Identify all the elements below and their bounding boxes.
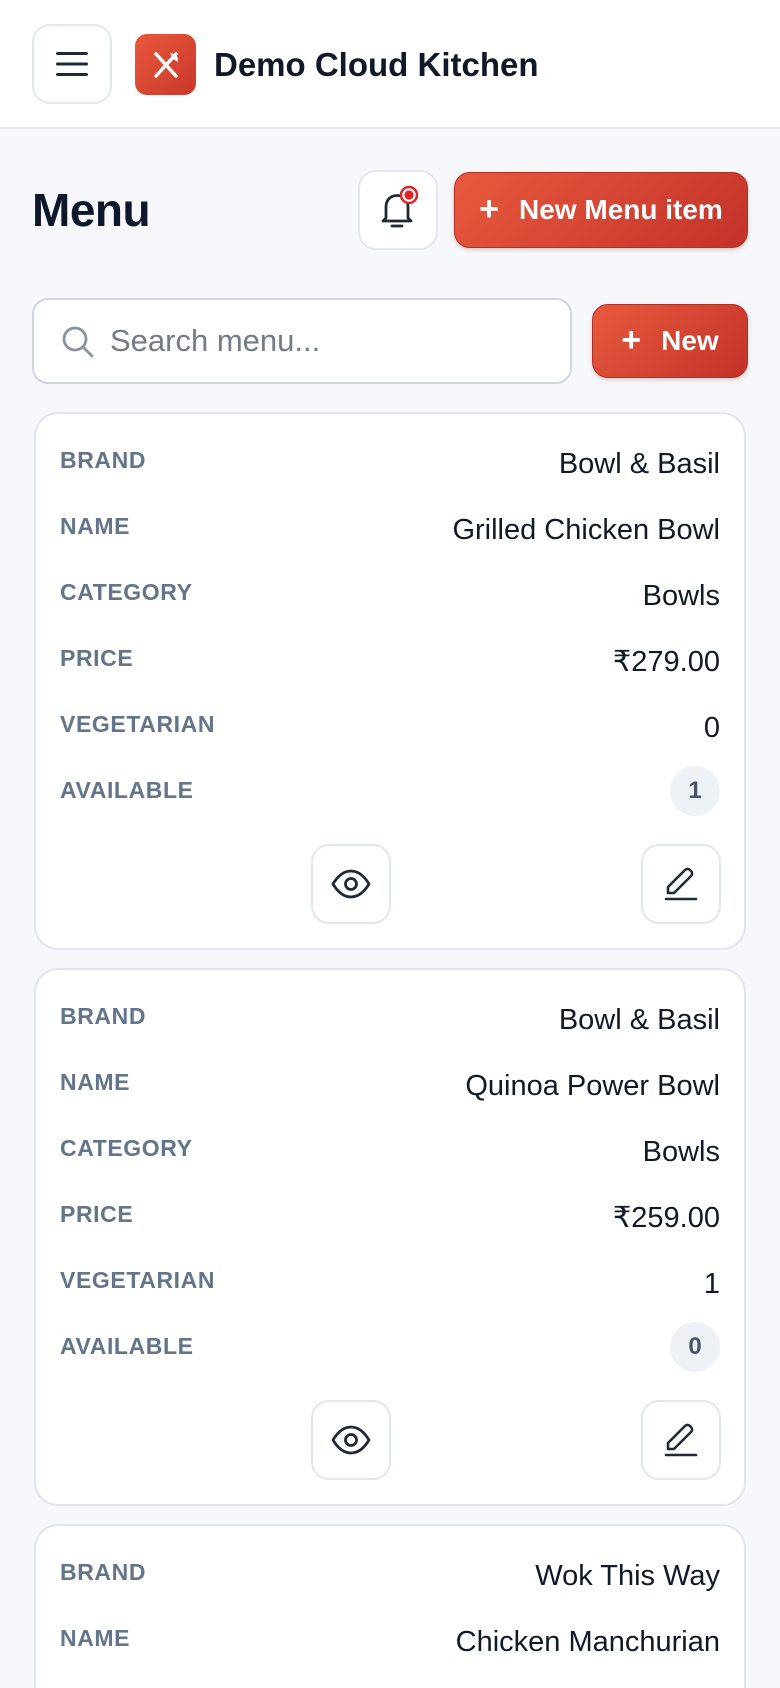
menu-item-card: BRAND Wok This Way NAME Chicken Manchuri… bbox=[34, 1524, 746, 1688]
field-name: NAME Quinoa Power Bowl bbox=[60, 1062, 720, 1112]
field-label: VEGETARIAN bbox=[60, 711, 216, 737]
field-name: NAME Chicken Manchurian bbox=[60, 1618, 720, 1668]
field-label: NAME bbox=[60, 1625, 131, 1651]
notifications-button[interactable] bbox=[358, 170, 438, 250]
field-label: CATEGORY bbox=[60, 579, 193, 605]
edit-button[interactable] bbox=[641, 1400, 721, 1480]
field-available: AVAILABLE 1 bbox=[60, 766, 720, 820]
field-vegetarian: VEGETARIAN 1 bbox=[60, 1260, 720, 1310]
brand-value: Wok This Way bbox=[535, 1560, 720, 1592]
field-label: AVAILABLE bbox=[60, 777, 194, 803]
view-button[interactable] bbox=[311, 844, 391, 924]
name-value: Quinoa Power Bowl bbox=[465, 1070, 720, 1102]
field-available: AVAILABLE 0 bbox=[60, 1322, 720, 1376]
field-name: NAME Grilled Chicken Bowl bbox=[60, 506, 720, 556]
name-value: Chicken Manchurian bbox=[455, 1626, 720, 1658]
available-badge: 0 bbox=[670, 1322, 720, 1372]
plus-icon: + bbox=[621, 321, 642, 359]
field-brand: BRAND Bowl & Basil bbox=[60, 440, 720, 490]
menu-toggle-button[interactable] bbox=[32, 24, 112, 104]
field-label: BRAND bbox=[60, 1559, 147, 1585]
field-brand: BRAND Wok This Way bbox=[60, 1552, 720, 1602]
field-label: NAME bbox=[60, 513, 131, 539]
eye-icon bbox=[331, 1425, 371, 1455]
edit-button[interactable] bbox=[641, 844, 721, 924]
menu-item-card: BRAND Bowl & Basil NAME Grilled Chicken … bbox=[34, 412, 746, 950]
brand-value: Bowl & Basil bbox=[558, 1004, 720, 1036]
brand-value: Bowl & Basil bbox=[558, 448, 720, 480]
price-value: ₹279.00 bbox=[612, 646, 720, 678]
search-box bbox=[32, 298, 572, 384]
vegetarian-value: 0 bbox=[703, 712, 720, 744]
available-badge: 1 bbox=[670, 766, 720, 816]
field-category: CATEGORY Bowls bbox=[60, 1128, 720, 1178]
plus-icon: + bbox=[479, 190, 500, 228]
view-button[interactable] bbox=[311, 1400, 391, 1480]
category-value: Bowls bbox=[642, 580, 720, 612]
field-label: BRAND bbox=[60, 447, 147, 473]
page-title: Menu bbox=[32, 184, 151, 236]
eye-icon bbox=[331, 869, 371, 899]
field-label: PRICE bbox=[60, 645, 134, 671]
field-vegetarian: VEGETARIAN 0 bbox=[60, 704, 720, 754]
pencil-icon bbox=[664, 867, 698, 901]
vegetarian-value: 1 bbox=[703, 1268, 720, 1300]
price-value: ₹259.00 bbox=[612, 1202, 720, 1234]
app-logo bbox=[135, 34, 196, 95]
field-label: BRAND bbox=[60, 1003, 147, 1029]
field-price: PRICE ₹279.00 bbox=[60, 638, 720, 688]
app-title: Demo Cloud Kitchen bbox=[214, 46, 539, 83]
field-label: AVAILABLE bbox=[60, 1333, 194, 1359]
new-menu-item-button[interactable]: + New Menu item bbox=[454, 172, 748, 248]
name-value: Grilled Chicken Bowl bbox=[452, 514, 720, 546]
field-label: VEGETARIAN bbox=[60, 1267, 216, 1293]
field-label: PRICE bbox=[60, 1201, 134, 1227]
new-menu-item-label: New Menu item bbox=[519, 194, 723, 225]
menu-item-card: BRAND Bowl & Basil NAME Quinoa Power Bow… bbox=[34, 968, 746, 1506]
field-price: PRICE ₹259.00 bbox=[60, 1194, 720, 1244]
hamburger-icon bbox=[56, 52, 88, 76]
field-brand: BRAND Bowl & Basil bbox=[60, 996, 720, 1046]
category-value: Bowls bbox=[642, 1136, 720, 1168]
field-label: NAME bbox=[60, 1069, 131, 1095]
field-category: CATEGORY Bowls bbox=[60, 572, 720, 622]
field-label: CATEGORY bbox=[60, 1135, 193, 1161]
pencil-icon bbox=[664, 1423, 698, 1457]
new-button[interactable]: + New bbox=[592, 304, 748, 378]
bell-icon bbox=[381, 186, 419, 228]
search-input[interactable] bbox=[110, 304, 550, 378]
top-bar: Demo Cloud Kitchen bbox=[0, 0, 780, 129]
search-icon bbox=[60, 324, 96, 360]
new-button-label: New bbox=[661, 325, 719, 356]
utensils-icon bbox=[153, 51, 178, 78]
